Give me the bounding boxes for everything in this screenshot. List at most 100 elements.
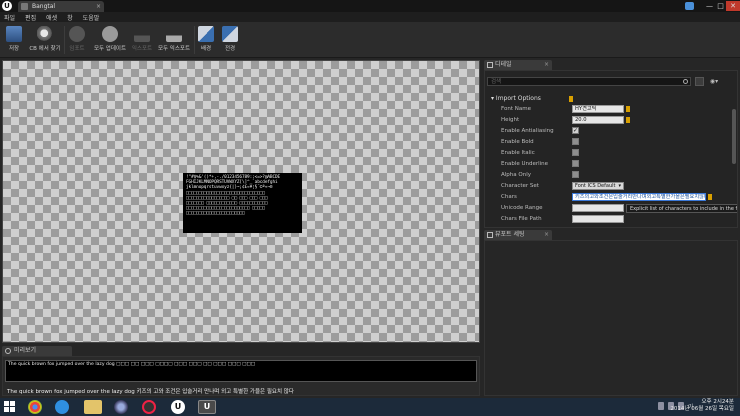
toolbar-separator (194, 26, 195, 54)
reset-default-icon[interactable] (626, 106, 630, 112)
preview-rendered-text: The quick brown fox jumped over the lazy… (7, 389, 294, 395)
close-window-button[interactable]: ✕ (726, 1, 740, 11)
italic-checkbox[interactable] (572, 149, 579, 156)
internet-explorer-icon[interactable] (55, 400, 69, 414)
reimport-icon (69, 26, 85, 42)
unreal-logo-icon: U (2, 1, 12, 11)
foreground-icon (222, 26, 238, 42)
app-icon[interactable] (114, 400, 128, 414)
height-label: Height (501, 117, 520, 123)
tab-viewport-settings[interactable]: 뷰포트 세팅 × (484, 230, 552, 240)
preview-panel: The quick brown fox jumped over the lazy… (2, 356, 480, 396)
preview-text-input[interactable]: The quick brown fox jumped over the lazy… (5, 360, 477, 382)
height-field[interactable]: 20.0 (572, 116, 624, 124)
charset-value: Font ICS Default (575, 183, 616, 189)
network-icon[interactable] (658, 402, 664, 410)
bold-label: Enable Bold (501, 139, 534, 145)
menu-file[interactable]: 파일 (4, 13, 15, 22)
font-viewport[interactable]: !"#$%&'()*+,-./0123456789:;<=>?@ABCDE FG… (2, 60, 480, 343)
clock-date: 2014년 06월 26일 목요일 (670, 406, 734, 412)
details-search-input[interactable]: 검색 (487, 77, 691, 86)
chars-field[interactable]: 키즈의고와조건은입술거리만나며외고특별한가을은필요치않다 (572, 193, 706, 201)
prop-bold: Enable Bold (487, 137, 731, 147)
reset-default-icon[interactable] (708, 194, 712, 200)
menu-help[interactable]: 도움말 (83, 13, 100, 22)
prop-antialiasing: Enable Antialiasing ✓ (487, 126, 731, 136)
charset-dropdown[interactable]: Font ICS Default ▾ (572, 182, 624, 190)
details-panel: 검색 ◉▾ ▾ Import Options Font Name HY견고딕 H… (484, 70, 738, 228)
foreground-button[interactable]: 전경 (220, 24, 240, 56)
menu-edit[interactable]: 편집 (25, 13, 36, 22)
background-button[interactable]: 배경 (196, 24, 216, 56)
close-tab-icon[interactable]: × (544, 60, 549, 70)
unreal-editor-active-icon[interactable]: U (198, 400, 216, 414)
document-tab[interactable]: Bangtal × (18, 1, 104, 12)
recorder-icon[interactable] (142, 400, 156, 414)
update-all-label: 모두 업데이트 (93, 46, 127, 52)
unicode-label: Unicode Range (501, 205, 543, 211)
export-all-icon (166, 26, 182, 42)
save-icon (6, 26, 22, 42)
font-name-field[interactable]: HY견고딕 (572, 105, 624, 113)
menu-bar: 파일 편집 애셋 창 도움말 (0, 12, 740, 22)
find-in-cb-button[interactable]: CB 에서 찾기 (28, 24, 62, 56)
document-tab-label: Bangtal (32, 3, 56, 10)
chars-file-field[interactable] (572, 215, 624, 223)
chevron-down-icon: ▾ (618, 183, 621, 189)
antialias-checkbox[interactable]: ✓ (572, 127, 579, 134)
taskbar-clock[interactable]: 오후 2시24분 2014년 06월 26일 목요일 (670, 399, 734, 413)
charset-label: Character Set (501, 183, 539, 189)
tab-preview[interactable]: 미리보기 (2, 346, 72, 356)
details-scrollbar[interactable] (732, 109, 736, 164)
save-button-label: 저장 (8, 46, 20, 52)
unreal-engine-icon[interactable]: U (171, 400, 185, 414)
file-explorer-icon[interactable] (84, 400, 102, 414)
foreground-label: 전경 (224, 46, 236, 52)
alpha-label: Alpha Only (501, 172, 531, 178)
font-name-label: Font Name (501, 106, 531, 112)
viewport-settings-tab-label: 뷰포트 세팅 (495, 231, 525, 238)
toolbar: 저장 CB 에서 찾기 임포트 모두 업데이트 익스포트 모두 익스포트 배경 (0, 22, 740, 58)
menu-asset[interactable]: 애셋 (46, 13, 57, 22)
update-all-button[interactable]: 모두 업데이트 (92, 24, 128, 56)
underline-checkbox[interactable] (572, 160, 579, 167)
import-options-category[interactable]: ▾ Import Options (487, 94, 731, 103)
save-button[interactable]: 저장 (4, 24, 24, 56)
unicode-range-field[interactable] (572, 204, 624, 212)
find-in-cb-label: CB 에서 찾기 (29, 46, 61, 52)
prop-font-name: Font Name HY견고딕 (487, 104, 731, 114)
viewport-settings-panel (484, 240, 738, 396)
start-button[interactable] (4, 401, 16, 413)
category-label: Import Options (495, 95, 541, 102)
clock-time: 오후 2시24분 (701, 399, 735, 405)
property-matrix-button[interactable] (695, 77, 704, 86)
preview-magnifier-icon (5, 348, 11, 354)
preview-tab-label: 미리보기 (14, 347, 37, 354)
help-icon[interactable] (685, 2, 694, 10)
prop-character-set: Character Set Font ICS Default ▾ (487, 181, 731, 191)
chars-label: Chars (501, 194, 517, 200)
window-controls: — □ ✕ (704, 0, 740, 12)
chrome-icon[interactable] (28, 400, 42, 414)
toolbar-separator (64, 26, 65, 54)
reset-default-icon[interactable] (569, 96, 573, 102)
antialias-label: Enable Antialiasing (501, 128, 554, 134)
maximize-button[interactable]: □ (715, 1, 726, 11)
alpha-checkbox[interactable] (572, 171, 579, 178)
reimport-label: 임포트 (69, 46, 85, 52)
title-bar: U Bangtal × — □ ✕ (0, 0, 740, 12)
prop-italic: Enable Italic (487, 148, 731, 158)
search-icon (683, 79, 688, 84)
close-tab-icon[interactable]: × (96, 1, 101, 12)
export-all-button[interactable]: 모두 익스포트 (156, 24, 192, 56)
reset-default-icon[interactable] (626, 117, 630, 123)
reimport-button[interactable]: 임포트 (66, 24, 88, 56)
minimize-button[interactable]: — (704, 1, 715, 11)
tab-details[interactable]: 디테일 × (484, 60, 552, 70)
menu-window[interactable]: 창 (67, 13, 73, 22)
update-all-icon (102, 26, 118, 42)
view-options-icon[interactable]: ◉▾ (707, 77, 721, 86)
close-tab-icon[interactable]: × (544, 230, 549, 240)
bold-checkbox[interactable] (572, 138, 579, 145)
export-button[interactable]: 익스포트 (130, 24, 154, 56)
